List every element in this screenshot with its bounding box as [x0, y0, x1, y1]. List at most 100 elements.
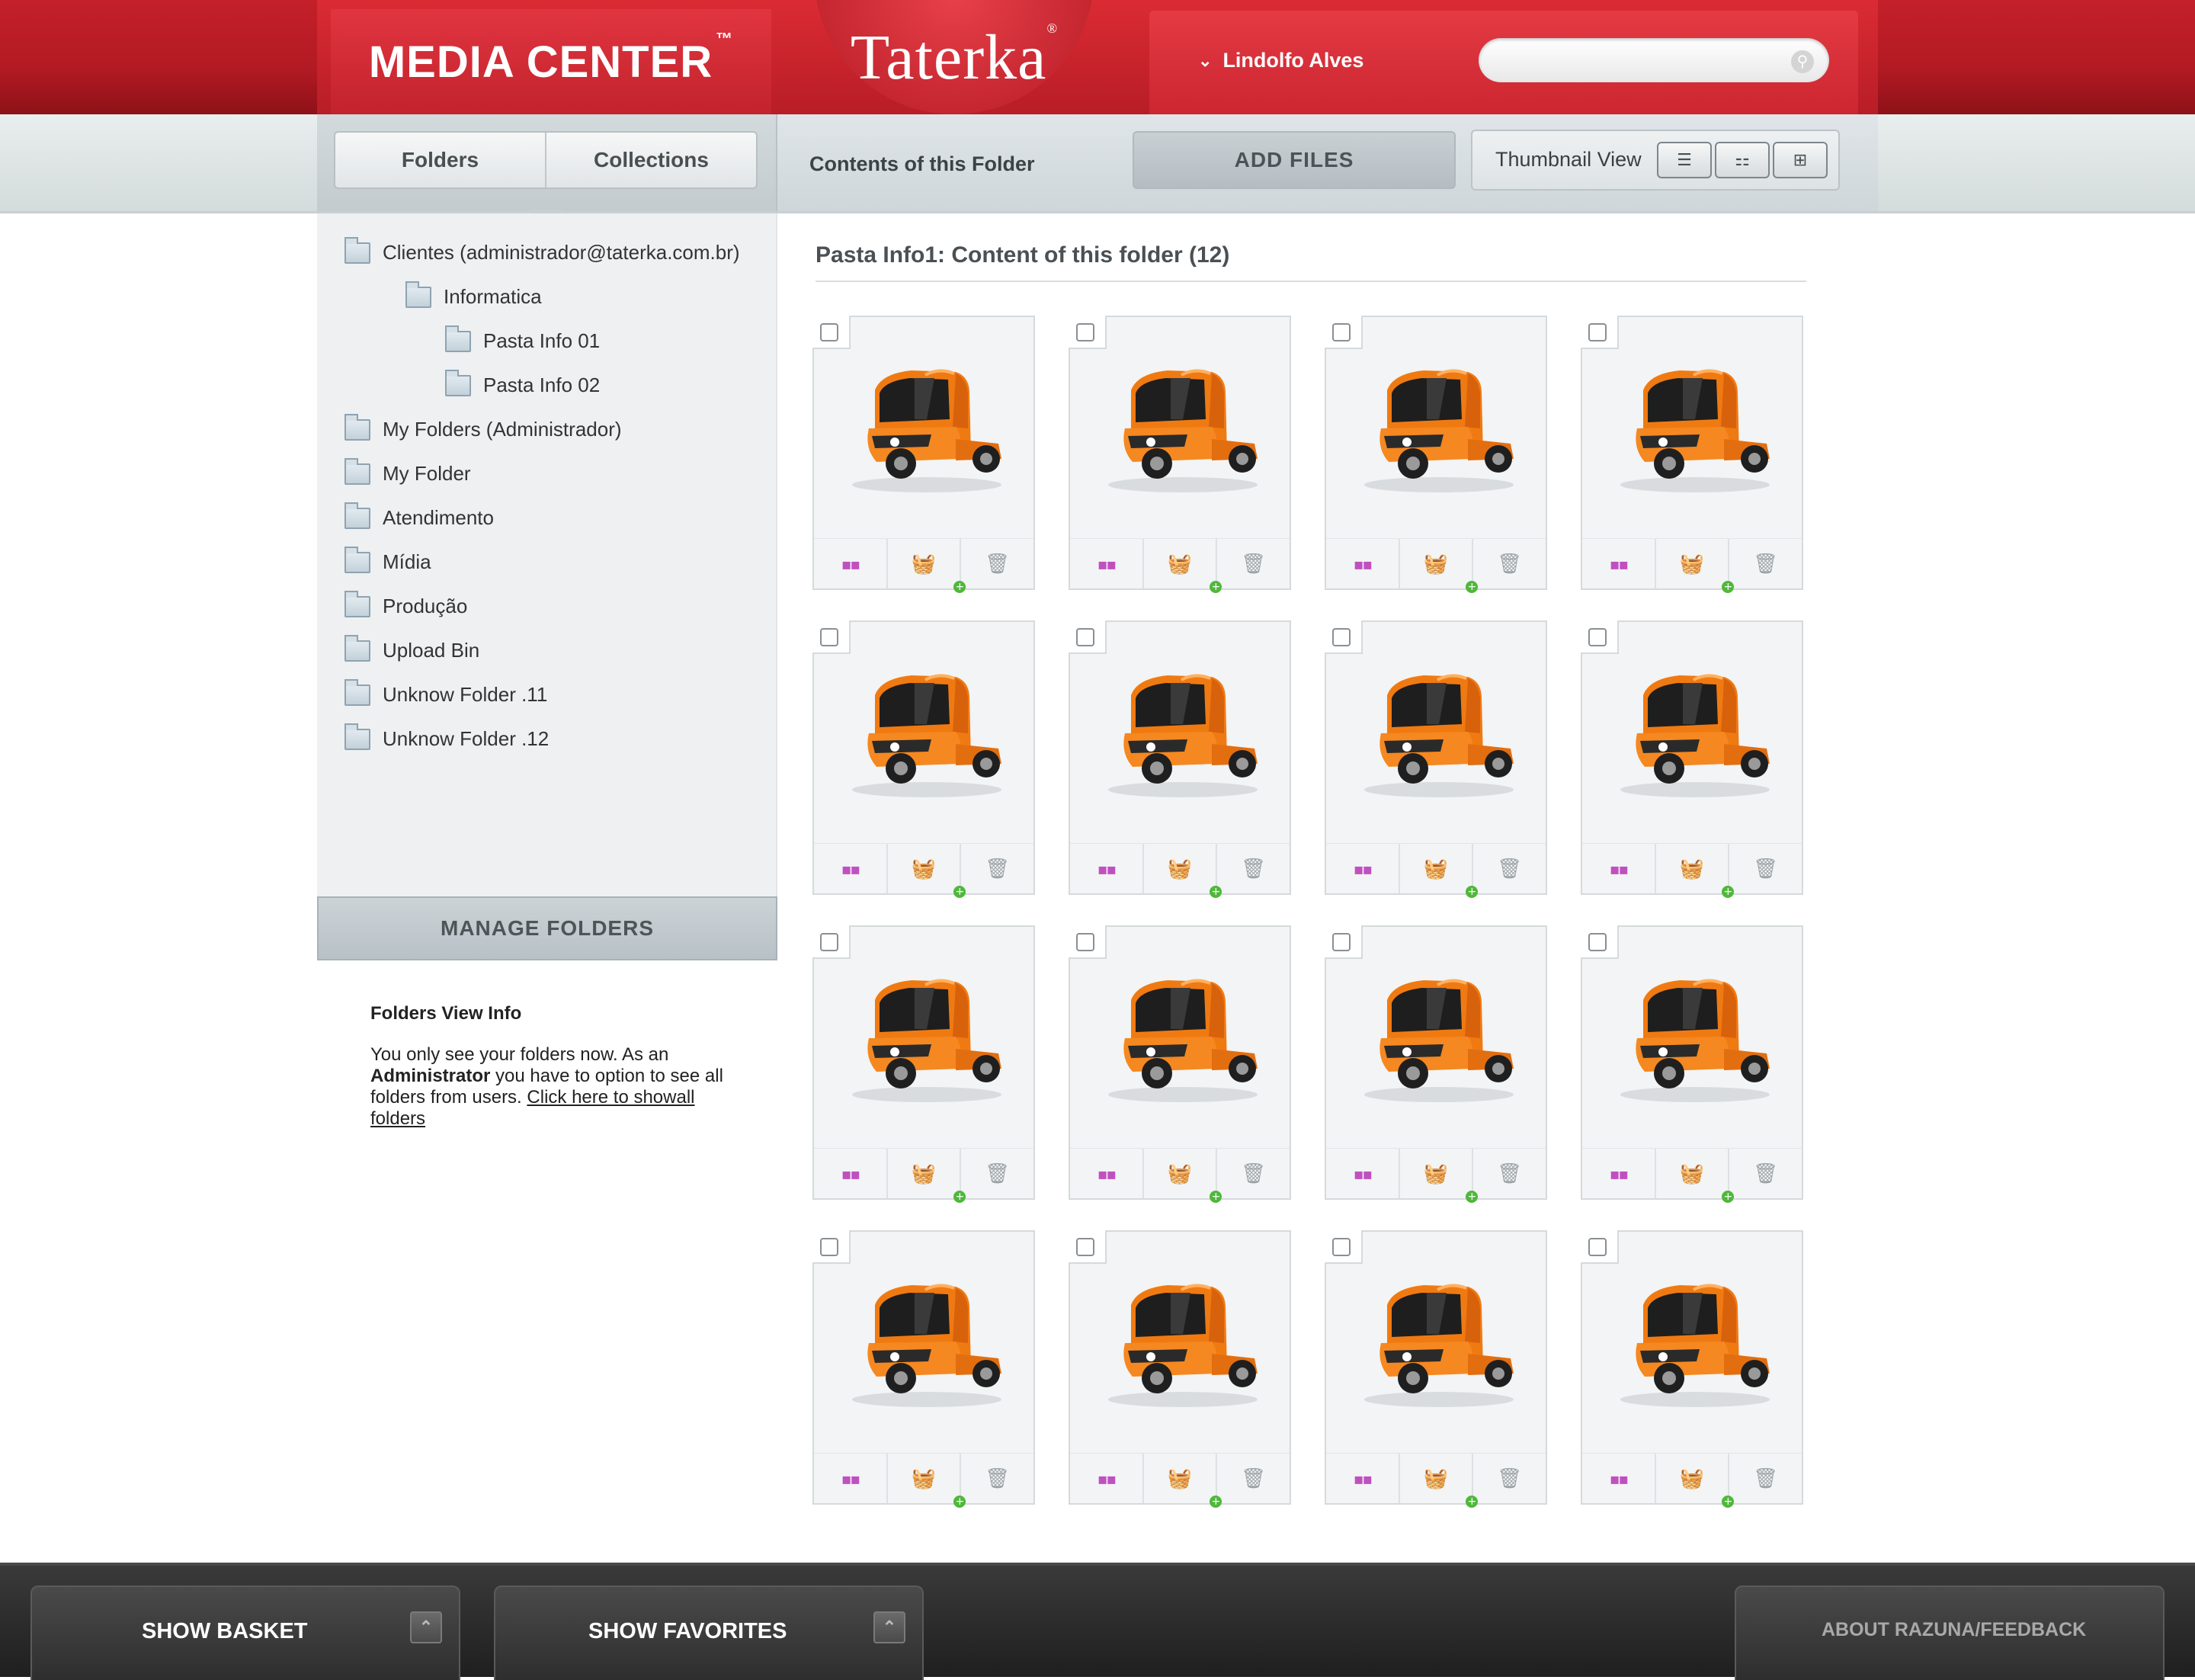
user-menu-dropdown[interactable]: ⌄ Lindolfo Alves: [1198, 49, 1363, 72]
folder-item[interactable]: Upload Bin: [344, 634, 479, 662]
asset-card[interactable]: ▪▪ 🧺 + 🗑: [1069, 925, 1291, 1203]
asset-card[interactable]: ▪▪ 🧺 + 🗑: [812, 620, 1035, 898]
color-swatch-icon[interactable]: ▪▪: [1070, 844, 1142, 893]
add-to-basket-icon[interactable]: 🧺 +: [1398, 1149, 1479, 1203]
select-checkbox[interactable]: [1588, 628, 1607, 646]
trash-icon[interactable]: 🗑: [1216, 1454, 1290, 1503]
select-checkbox[interactable]: [1076, 323, 1094, 341]
asset-card[interactable]: ▪▪ 🧺 + 🗑: [812, 925, 1035, 1203]
chevron-up-icon[interactable]: ⌃: [410, 1611, 442, 1643]
folder-item[interactable]: Unknow Folder .12: [344, 723, 549, 751]
trash-icon[interactable]: 🗑: [1472, 1149, 1546, 1198]
orange-truck-thumbnail[interactable]: [1354, 1278, 1521, 1415]
color-swatch-icon[interactable]: ▪▪: [814, 1454, 886, 1503]
add-to-basket-icon[interactable]: 🧺 +: [1142, 1454, 1222, 1508]
folder-item[interactable]: Clientes (administrador@taterka.com.br): [344, 236, 740, 265]
chevron-up-icon[interactable]: ⌃: [873, 1611, 905, 1643]
asset-card[interactable]: ▪▪ 🧺 + 🗑: [1581, 925, 1803, 1203]
add-to-basket-icon[interactable]: 🧺 +: [1398, 1454, 1479, 1508]
color-swatch-icon[interactable]: ▪▪: [1582, 1149, 1655, 1198]
show-favorites-button[interactable]: SHOW FAVORITES ⌃: [494, 1585, 924, 1680]
asset-card[interactable]: ▪▪ 🧺 + 🗑: [1325, 1230, 1547, 1508]
search-input[interactable]: [1479, 38, 1829, 82]
add-to-basket-icon[interactable]: 🧺 +: [1654, 1454, 1735, 1508]
orange-truck-thumbnail[interactable]: [1354, 973, 1521, 1110]
asset-card[interactable]: ▪▪ 🧺 + 🗑: [1581, 316, 1803, 593]
about-feedback-button[interactable]: ABOUT RAZUNA/FEEDBACK: [1735, 1585, 2165, 1680]
color-swatch-icon[interactable]: ▪▪: [1582, 539, 1655, 588]
detail-view-icon[interactable]: ⚏: [1715, 142, 1770, 178]
trash-icon[interactable]: 🗑: [1216, 1149, 1290, 1198]
add-files-button[interactable]: ADD FILES: [1133, 131, 1456, 189]
folder-item[interactable]: My Folder: [344, 457, 471, 486]
add-to-basket-icon[interactable]: 🧺 +: [886, 539, 966, 593]
orange-truck-thumbnail[interactable]: [841, 668, 1009, 805]
asset-card[interactable]: ▪▪ 🧺 + 🗑: [1325, 316, 1547, 593]
add-to-basket-icon[interactable]: 🧺 +: [1142, 844, 1222, 898]
add-to-basket-icon[interactable]: 🧺 +: [1654, 1149, 1735, 1203]
manage-folders-button[interactable]: MANAGE FOLDERS: [317, 896, 777, 960]
orange-truck-thumbnail[interactable]: [841, 363, 1009, 500]
orange-truck-thumbnail[interactable]: [1610, 973, 1777, 1110]
asset-card[interactable]: ▪▪ 🧺 + 🗑: [812, 316, 1035, 593]
color-swatch-icon[interactable]: ▪▪: [814, 539, 886, 588]
color-swatch-icon[interactable]: ▪▪: [1326, 1454, 1399, 1503]
select-checkbox[interactable]: [1332, 1238, 1351, 1256]
folder-item[interactable]: Pasta Info 02: [445, 369, 600, 397]
add-to-basket-icon[interactable]: 🧺 +: [1398, 844, 1479, 898]
list-view-icon[interactable]: ☰: [1657, 142, 1712, 178]
color-swatch-icon[interactable]: ▪▪: [814, 844, 886, 893]
color-swatch-icon[interactable]: ▪▪: [1070, 1454, 1142, 1503]
tab-folders[interactable]: Folders: [335, 133, 545, 188]
trash-icon[interactable]: 🗑: [1216, 539, 1290, 588]
trash-icon[interactable]: 🗑: [960, 1149, 1033, 1198]
trash-icon[interactable]: 🗑: [960, 1454, 1033, 1503]
select-checkbox[interactable]: [1588, 323, 1607, 341]
trash-icon[interactable]: 🗑: [1728, 844, 1802, 893]
select-checkbox[interactable]: [1332, 933, 1351, 951]
asset-card[interactable]: ▪▪ 🧺 + 🗑: [812, 1230, 1035, 1508]
select-checkbox[interactable]: [1588, 1238, 1607, 1256]
orange-truck-thumbnail[interactable]: [1098, 363, 1265, 500]
orange-truck-thumbnail[interactable]: [1610, 1278, 1777, 1415]
color-swatch-icon[interactable]: ▪▪: [814, 1149, 886, 1198]
add-to-basket-icon[interactable]: 🧺 +: [1654, 539, 1735, 593]
taterka-logo[interactable]: Taterka®: [814, 0, 1094, 114]
color-swatch-icon[interactable]: ▪▪: [1326, 1149, 1399, 1198]
show-basket-button[interactable]: SHOW BASKET ⌃: [30, 1585, 460, 1680]
color-swatch-icon[interactable]: ▪▪: [1070, 539, 1142, 588]
orange-truck-thumbnail[interactable]: [1610, 668, 1777, 805]
trash-icon[interactable]: 🗑: [1728, 539, 1802, 588]
select-checkbox[interactable]: [1076, 933, 1094, 951]
folder-item[interactable]: Produção: [344, 590, 467, 618]
orange-truck-thumbnail[interactable]: [1610, 363, 1777, 500]
trash-icon[interactable]: 🗑: [960, 539, 1033, 588]
select-checkbox[interactable]: [1332, 323, 1351, 341]
add-to-basket-icon[interactable]: 🧺 +: [1142, 539, 1222, 593]
asset-card[interactable]: ▪▪ 🧺 + 🗑: [1069, 316, 1291, 593]
asset-card[interactable]: ▪▪ 🧺 + 🗑: [1069, 1230, 1291, 1508]
trash-icon[interactable]: 🗑: [1216, 844, 1290, 893]
folder-item[interactable]: Unknow Folder .11: [344, 678, 547, 707]
asset-card[interactable]: ▪▪ 🧺 + 🗑: [1325, 925, 1547, 1203]
select-checkbox[interactable]: [820, 1238, 838, 1256]
orange-truck-thumbnail[interactable]: [1098, 1278, 1265, 1415]
orange-truck-thumbnail[interactable]: [841, 973, 1009, 1110]
trash-icon[interactable]: 🗑: [1728, 1454, 1802, 1503]
color-swatch-icon[interactable]: ▪▪: [1582, 844, 1655, 893]
add-to-basket-icon[interactable]: 🧺 +: [1142, 1149, 1222, 1203]
select-checkbox[interactable]: [1076, 628, 1094, 646]
select-checkbox[interactable]: [1076, 1238, 1094, 1256]
search-icon[interactable]: ⚲: [1791, 50, 1814, 73]
asset-card[interactable]: ▪▪ 🧺 + 🗑: [1581, 620, 1803, 898]
select-checkbox[interactable]: [1332, 628, 1351, 646]
orange-truck-thumbnail[interactable]: [841, 1278, 1009, 1415]
color-swatch-icon[interactable]: ▪▪: [1326, 844, 1399, 893]
folder-item[interactable]: Atendimento: [344, 502, 494, 530]
folder-item[interactable]: Pasta Info 01: [445, 325, 600, 353]
trash-icon[interactable]: 🗑: [1472, 844, 1546, 893]
trash-icon[interactable]: 🗑: [1472, 1454, 1546, 1503]
add-to-basket-icon[interactable]: 🧺 +: [886, 844, 966, 898]
tab-collections[interactable]: Collections: [545, 133, 756, 188]
orange-truck-thumbnail[interactable]: [1354, 363, 1521, 500]
